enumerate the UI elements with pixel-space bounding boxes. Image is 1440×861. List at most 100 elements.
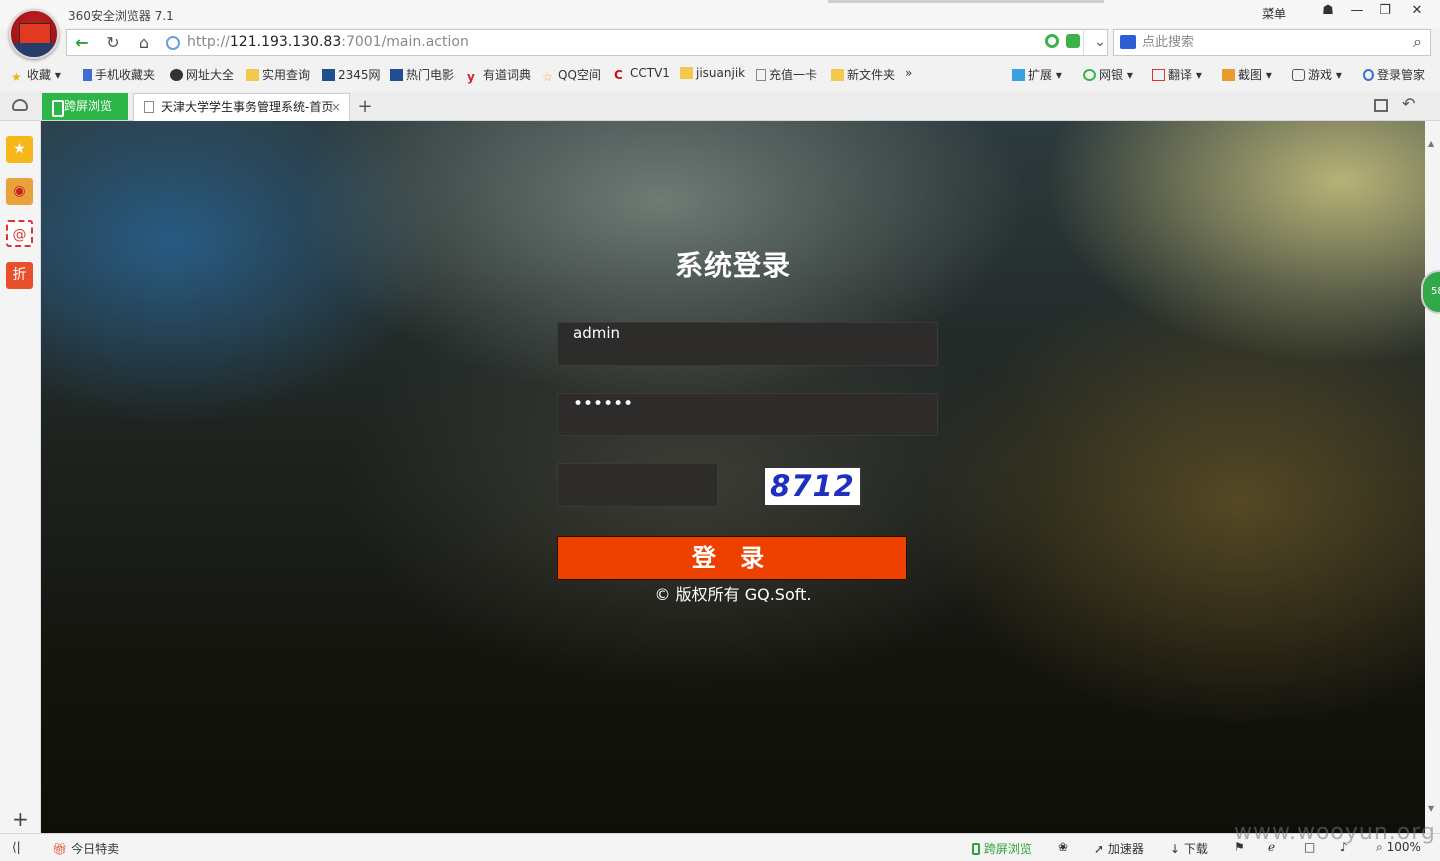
scroll-down-icon: ▼: [1428, 804, 1435, 813]
accelerator-button[interactable]: ➚ 加速器: [1094, 840, 1144, 857]
scissors-icon: [1222, 69, 1235, 81]
url-input[interactable]: http://121.193.130.83:7001/main.action: [187, 30, 469, 55]
home-button[interactable]: ⌂: [129, 30, 159, 55]
search-input[interactable]: 点此搜索: [1142, 30, 1194, 55]
games-button[interactable]: 游戏 ▾: [1292, 66, 1342, 83]
film-icon: [390, 69, 403, 81]
tab-bar: 跨屏浏览 天津大学学生事务管理系统-首页 × + ↶: [0, 92, 1440, 121]
back-button[interactable]: ←: [67, 30, 97, 55]
star-icon: ☆: [542, 70, 553, 84]
watermark: www.wooyun.org: [1234, 820, 1436, 845]
weibo-icon[interactable]: ◉: [6, 178, 33, 205]
address-divider: [1083, 30, 1084, 55]
download-button[interactable]: ↓ 下载: [1170, 840, 1208, 857]
cctv-icon: C: [614, 68, 623, 82]
favorites-icon[interactable]: ★: [6, 136, 33, 163]
title-bar: 360安全浏览器 7.1 ‹ 菜单 ☗ — ❐ ✕: [0, 0, 1440, 28]
bookmarks-overflow-button[interactable]: »: [905, 66, 912, 80]
refresh-button[interactable]: ↻: [98, 30, 128, 55]
sidebar-toggle-button[interactable]: ⟨|: [12, 840, 21, 854]
discount-icon[interactable]: 折: [6, 262, 33, 289]
copyright-text: © 版权所有 GQ.Soft.: [654, 585, 812, 604]
bookmark-item[interactable]: y 有道词典: [467, 66, 531, 84]
undo-icon[interactable]: ↶: [1402, 94, 1415, 113]
close-button[interactable]: ✕: [1403, 0, 1431, 24]
bookmark-item[interactable]: jisuanjik: [680, 66, 745, 80]
tab-title: 天津大学学生事务管理系统-首页: [161, 100, 334, 114]
search-icon[interactable]: ⌕: [1413, 32, 1422, 52]
site-icon: [170, 69, 183, 81]
new-tab-button[interactable]: +: [355, 93, 375, 120]
phone-icon: [972, 843, 980, 855]
address-bar: ← ↻ ⌂ http://121.193.130.83:7001/main.ac…: [66, 29, 1108, 56]
phone-icon: [83, 69, 92, 81]
window-title: 360安全浏览器 7.1: [68, 9, 174, 23]
crossscreen-status-button[interactable]: 跨屏浏览: [972, 840, 1032, 857]
captcha-image[interactable]: 8712: [763, 466, 862, 507]
bookmark-item[interactable]: 实用查询: [246, 66, 310, 83]
baidu-engine-icon[interactable]: [1120, 35, 1136, 49]
login-button[interactable]: 登 录: [557, 536, 907, 580]
left-sidebar: ★ ◉ @ 折 +: [0, 121, 41, 833]
tab-active[interactable]: 天津大学学生事务管理系统-首页 ×: [133, 93, 350, 121]
bookmark-item[interactable]: C CCTV1: [614, 66, 670, 82]
bookmark-item[interactable]: 热门电影: [390, 66, 454, 83]
navigation-bar: ← ↻ ⌂ http://121.193.130.83:7001/main.ac…: [0, 28, 1440, 58]
extension-icon: [1012, 69, 1025, 81]
top-notification-strip: [828, 0, 1104, 3]
scroll-up-icon: ▲: [1428, 139, 1435, 148]
gamepad-icon: [1292, 69, 1305, 81]
online-bank-button[interactable]: 网银 ▾: [1083, 66, 1133, 83]
username-field[interactable]: admin: [557, 322, 938, 366]
extensions-button[interactable]: 扩展 ▾: [1012, 66, 1062, 83]
password-field[interactable]: ••••••: [557, 393, 938, 436]
document-icon: [756, 69, 766, 81]
restore-tabs-icon[interactable]: [1374, 99, 1388, 112]
globe-icon: [166, 36, 180, 50]
browser-logo-avatar[interactable]: [9, 9, 59, 59]
site-icon: [322, 69, 335, 81]
translate-button[interactable]: 翻译 ▾: [1152, 66, 1202, 83]
captcha-field[interactable]: [557, 463, 718, 507]
bookmark-item[interactable]: 网址大全: [170, 66, 234, 83]
tab-crossscreen[interactable]: 跨屏浏览: [42, 93, 128, 120]
bookmark-item[interactable]: 手机收藏夹: [83, 66, 155, 83]
document-icon: [144, 101, 154, 113]
status-bar: ⟨| 🎁︎ 今日特卖 跨屏浏览 ❀ ➚ 加速器 ↓ 下载 ⚑ ℯ □ ♪ ⌕ 1…: [0, 833, 1440, 861]
screenshot-button[interactable]: 截图 ▾: [1222, 66, 1272, 83]
speed-mode-icon[interactable]: [1066, 34, 1080, 48]
folder-icon: [246, 69, 259, 81]
daily-deal-button[interactable]: 🎁︎ 今日特卖: [52, 840, 119, 857]
security-icon[interactable]: [1045, 34, 1059, 48]
key-search-icon: [1363, 69, 1374, 81]
chevron-down-icon[interactable]: ⌄: [1085, 30, 1115, 55]
login-manager-button[interactable]: 登录管家: [1363, 66, 1425, 83]
feather-icon[interactable]: ❀: [1058, 840, 1068, 854]
bank-icon: [1083, 69, 1096, 81]
page-title: 系统登录: [674, 249, 791, 282]
vertical-scrollbar[interactable]: ▲ ▼: [1425, 121, 1440, 833]
menu-button[interactable]: 菜单: [1262, 5, 1286, 22]
youdao-icon: y: [467, 70, 475, 84]
mail-icon[interactable]: @: [6, 220, 33, 247]
star-add-icon: ★: [11, 70, 22, 84]
gift-icon: 🎁︎: [52, 842, 68, 856]
bookmark-item[interactable]: 新文件夹: [831, 66, 895, 83]
bookmark-item[interactable]: ★ 收藏 ▾: [11, 66, 61, 84]
search-box[interactable]: 点此搜索 ⌕: [1113, 29, 1431, 56]
rocket-icon: ➚: [1094, 842, 1105, 856]
download-icon: ↓: [1170, 842, 1181, 856]
close-icon[interactable]: ×: [331, 94, 341, 121]
cloud-icon[interactable]: [12, 99, 28, 111]
bookmarks-bar: ★ 收藏 ▾ 手机收藏夹 网址大全 实用查询 2345网 热门电影 y 有道词典 ☆…: [0, 62, 1440, 86]
sidebar-add-button[interactable]: +: [12, 807, 29, 831]
bookmark-item[interactable]: 2345网: [322, 66, 381, 83]
folder-icon: [831, 69, 844, 81]
restore-button[interactable]: ❐: [1371, 0, 1399, 24]
folder-icon: [680, 67, 693, 79]
login-page: 系统登录 admin •••••• 8712 登 录 © 版权所有 GQ.Sof…: [41, 121, 1425, 833]
bookmark-item[interactable]: 充值一卡: [756, 66, 817, 83]
minimize-button[interactable]: —: [1343, 0, 1371, 24]
skin-icon[interactable]: ☗: [1314, 0, 1342, 24]
bookmark-item[interactable]: ☆ QQ空间: [542, 66, 601, 84]
